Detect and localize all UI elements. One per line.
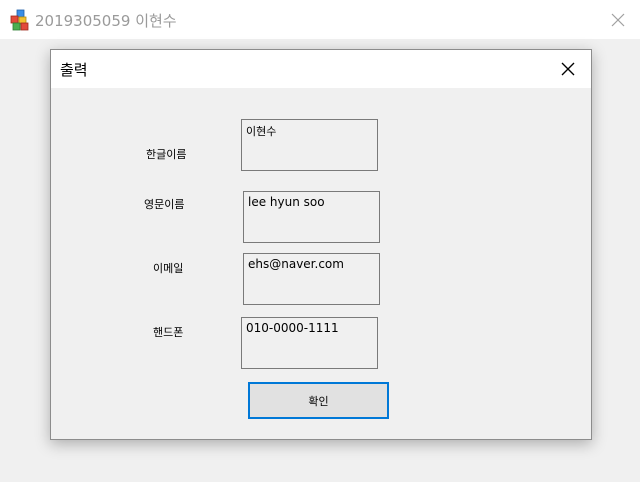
ok-button[interactable]: 확인 (248, 382, 389, 419)
close-icon (561, 62, 575, 76)
output-dialog: 출력 한글이름 이현수 영문이름 lee hyun soo 이메일 ehs@na… (50, 49, 592, 440)
dialog-title: 출력 (60, 61, 88, 79)
close-icon (611, 13, 625, 26)
app-icon (10, 9, 29, 31)
phone-field[interactable]: 010-0000-1111 (241, 317, 378, 369)
phone-label: 핸드폰 (153, 326, 184, 339)
window-titlebar[interactable]: 2019305059 이현수 (0, 0, 640, 39)
korean-name-field[interactable]: 이현수 (241, 119, 378, 171)
window-close-button[interactable] (596, 0, 640, 39)
dialog-titlebar[interactable]: 출력 (51, 50, 591, 88)
email-label: 이메일 (153, 262, 184, 275)
main-window: 2019305059 이현수 출력 한글이름 이현수 영문이름 lee hyun… (0, 0, 640, 482)
korean-name-label: 한글이름 (146, 148, 187, 161)
english-name-label: 영문이름 (144, 198, 185, 211)
email-field[interactable]: ehs@naver.com (243, 253, 380, 305)
window-title: 2019305059 이현수 (35, 12, 177, 30)
dialog-close-button[interactable] (549, 52, 587, 86)
english-name-field[interactable]: lee hyun soo (243, 191, 380, 243)
